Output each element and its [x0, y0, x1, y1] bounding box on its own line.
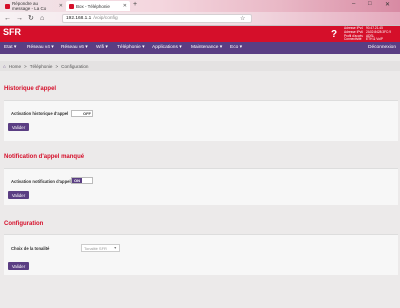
configuration-validate-button[interactable]: Valider [8, 262, 29, 270]
close-window-button[interactable]: ✕ [385, 1, 390, 8]
toggle-knob [82, 178, 92, 183]
minimize-button[interactable]: – [352, 1, 355, 7]
url-path: /voip/config [93, 16, 118, 21]
maximize-button[interactable]: □ [368, 1, 372, 7]
tab-box-telephonie[interactable]: Box - Téléphonie ✕ [66, 1, 130, 11]
address-bar[interactable]: 192.168.1.1/voip/config [62, 14, 252, 23]
chevron-down-icon: ▼ [113, 246, 117, 250]
url-host: 192.168.1.1 [66, 16, 92, 21]
bookmark-star-icon[interactable]: ☆ [240, 15, 245, 22]
configuration-panel [4, 234, 398, 275]
sfr-favicon-icon [69, 3, 74, 9]
history-toggle[interactable]: OFF [71, 110, 93, 117]
toggle-state: OFF [83, 111, 91, 116]
missed-call-validate-button[interactable]: Valider [8, 191, 29, 199]
close-icon[interactable]: ✕ [123, 3, 127, 9]
section-title-history: Historique d'appel [4, 86, 57, 92]
home-icon[interactable]: ⌂ [3, 64, 6, 69]
history-validate-button[interactable]: Valider [8, 123, 29, 131]
reload-icon[interactable]: ↻ [28, 15, 34, 23]
history-label: Activation historique d'appel [11, 111, 69, 116]
breadcrumb: ⌂ Home > Téléphonie > Configuration [0, 61, 400, 71]
toggle-state: ON [72, 178, 82, 183]
menu-item-etat[interactable]: Etat ▾ [4, 45, 16, 50]
back-icon[interactable]: ← [4, 15, 11, 23]
new-tab-button[interactable]: + [133, 1, 137, 8]
menu-item-eco[interactable]: Eco ▾ [230, 45, 242, 50]
menu-item-maintenance[interactable]: Maintenance ▾ [191, 45, 222, 50]
menu-item-telephonie[interactable]: Téléphonie ▾ [117, 45, 144, 50]
breadcrumb-item-configuration: Configuration [61, 63, 89, 69]
tone-select[interactable]: Tonalité SFR ▼ [81, 244, 120, 252]
menu-item-applications[interactable]: Applications ▾ [152, 45, 182, 50]
breadcrumb-separator: > [55, 63, 59, 69]
history-panel [4, 100, 398, 141]
menu-item-reseau-v6[interactable]: Réseau v6 ▾ [61, 45, 88, 50]
close-icon[interactable]: ✕ [59, 3, 63, 9]
sfr-header [0, 26, 400, 42]
section-title-configuration: Configuration [4, 221, 44, 227]
tab-title: Répondre au message - La Co [12, 1, 47, 11]
tone-select-value: Tonalité SFR [84, 245, 107, 251]
sfr-favicon-icon [5, 3, 10, 9]
sfr-logo[interactable]: SFR [3, 27, 21, 37]
breadcrumb-item-home[interactable]: Home [9, 64, 21, 69]
tab-title: Box - Téléphonie [76, 3, 110, 9]
browser-tab-bar: Répondre au message - La Co ✕ Box - Télé… [0, 0, 400, 12]
help-icon[interactable]: ? [331, 29, 337, 40]
breadcrumb-item-telephonie[interactable]: Téléphonie [30, 64, 53, 69]
browser-nav-bar: ← → ↻ ⌂ 192.168.1.1/voip/config ☆ [0, 12, 400, 26]
menu-item-reseau-v4[interactable]: Réseau v4 ▾ [27, 45, 54, 50]
breadcrumb-separator: > [24, 63, 27, 69]
missed-call-toggle[interactable]: ON [71, 177, 93, 184]
forward-icon[interactable]: → [16, 15, 23, 23]
logout-link[interactable]: Déconnexion [368, 45, 396, 50]
section-title-missed-call: Notification d'appel manqué [4, 154, 85, 160]
home-icon[interactable]: ⌂ [40, 15, 44, 23]
tab-reply-message[interactable]: Répondre au message - La Co ✕ [2, 1, 66, 11]
missed-call-label: Activation notification d'appel [11, 179, 71, 184]
missed-call-panel [4, 168, 398, 205]
menu-item-wifi[interactable]: Wifi ▾ [96, 45, 108, 50]
connection-info: Adresse IPv4 90.47.21.45 Adresse IPv6 2A02… [344, 26, 391, 42]
tone-label: Choix de la tonalité [11, 246, 50, 251]
toggle-knob [72, 111, 82, 116]
